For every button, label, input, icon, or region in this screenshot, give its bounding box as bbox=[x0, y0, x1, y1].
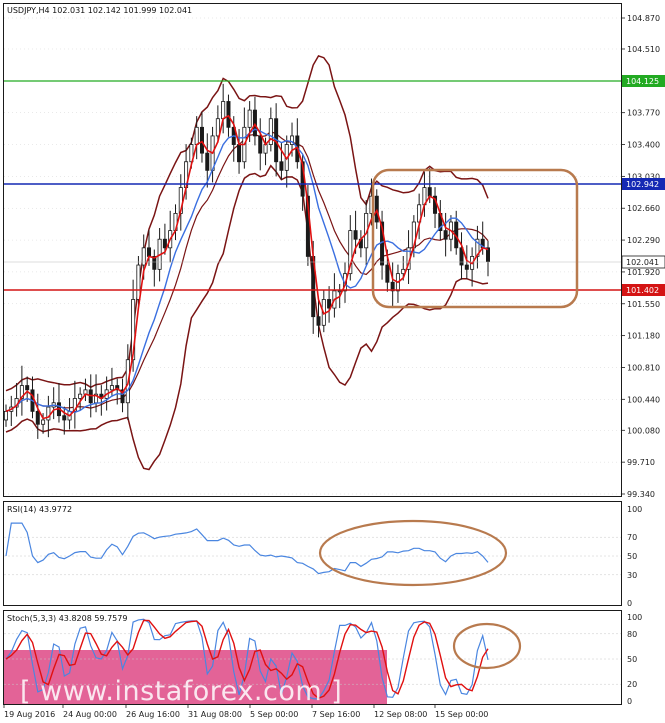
stoch-tick-label: 80 bbox=[627, 630, 637, 639]
candle-body bbox=[205, 152, 210, 171]
price-tick-label: 100.810 bbox=[627, 363, 660, 372]
candle-body bbox=[162, 238, 167, 249]
candle-body bbox=[237, 144, 242, 163]
level-label-blue: 102.942 bbox=[626, 180, 659, 189]
candle-body bbox=[263, 144, 268, 154]
price-tick-label: 99.340 bbox=[627, 490, 655, 499]
price-tick-label: 102.290 bbox=[627, 236, 660, 245]
level-label-red: 101.402 bbox=[626, 286, 659, 295]
main-chart-title: USDJPY,H4 102.031 102.142 101.999 102.04… bbox=[7, 6, 192, 15]
candle-body bbox=[78, 393, 83, 399]
candle-body bbox=[35, 410, 40, 425]
candle-body bbox=[353, 230, 358, 240]
stoch-title: Stoch(5,3,3) 43.8208 59.7579 bbox=[7, 614, 127, 623]
rsi-panel-frame bbox=[3, 501, 622, 606]
rsi-tick-label: 100 bbox=[627, 505, 642, 514]
candle-body bbox=[443, 230, 448, 240]
time-tick-label: 24 Aug 00:00 bbox=[63, 710, 117, 719]
price-tick-label: 101.180 bbox=[627, 332, 660, 341]
rsi-axis: 100 70 50 30 0 bbox=[627, 505, 642, 608]
candle-body bbox=[337, 290, 342, 293]
rsi-title: RSI(14) 43.9772 bbox=[7, 505, 72, 514]
time-tick-label: 26 Aug 16:00 bbox=[126, 710, 180, 719]
candle-body bbox=[427, 187, 432, 197]
candle-body bbox=[4, 410, 9, 421]
time-tick-label: 7 Sep 16:00 bbox=[312, 710, 360, 719]
candle-body bbox=[62, 415, 67, 421]
time-tick-label: 31 Aug 08:00 bbox=[188, 710, 242, 719]
candle-body bbox=[385, 264, 390, 283]
level-label-current: 102.041 bbox=[626, 258, 659, 267]
price-tick-label: 102.660 bbox=[627, 204, 660, 213]
candle-body bbox=[147, 247, 152, 257]
watermark-text: [ www.instaforex.com ] bbox=[20, 676, 342, 707]
price-tick-label: 103.770 bbox=[627, 109, 660, 118]
price-tick-label: 104.510 bbox=[627, 45, 660, 54]
time-tick-label: 5 Sep 00:00 bbox=[250, 710, 298, 719]
candle-body bbox=[221, 101, 226, 120]
candle-body bbox=[41, 419, 46, 425]
candle-body bbox=[109, 385, 114, 391]
candle-body bbox=[247, 109, 252, 128]
rsi-tick-label: 0 bbox=[627, 599, 632, 608]
stoch-tick-label: 20 bbox=[627, 680, 637, 689]
price-tick-label: 104.870 bbox=[627, 14, 660, 23]
candle-body bbox=[215, 118, 220, 137]
stoch-tick-label: 50 bbox=[627, 655, 637, 664]
stoch-tick-label: 0 bbox=[627, 697, 632, 706]
level-label-green: 104.125 bbox=[626, 77, 659, 86]
candle-body bbox=[141, 247, 146, 266]
price-tick-label: 103.400 bbox=[627, 141, 660, 150]
stoch-axis: 100 80 50 20 0 bbox=[627, 613, 642, 706]
time-tick-label: 12 Sep 08:00 bbox=[374, 710, 427, 719]
candle-body bbox=[194, 126, 199, 145]
price-tick-label: 99.710 bbox=[627, 458, 655, 467]
price-tick-label: 100.080 bbox=[627, 426, 660, 435]
candle-body bbox=[226, 101, 231, 128]
candle-body bbox=[25, 385, 30, 391]
price-tick-label: 100.440 bbox=[627, 395, 660, 404]
trading-chart[interactable]: USDJPY,H4 102.031 102.142 101.999 102.04… bbox=[0, 0, 665, 723]
rsi-tick-label: 30 bbox=[627, 571, 637, 580]
time-tick-label: 15 Sep 00:00 bbox=[435, 710, 488, 719]
price-tick-label: 101.550 bbox=[627, 300, 660, 309]
time-tick-label: 19 Aug 2016 bbox=[4, 710, 55, 719]
price-tick-label: 101.920 bbox=[627, 268, 660, 277]
candle-body bbox=[199, 126, 204, 154]
rsi-tick-label: 70 bbox=[627, 533, 637, 542]
candle-body bbox=[464, 264, 469, 270]
candle-body bbox=[258, 135, 263, 154]
candle-body bbox=[316, 316, 321, 326]
candle-body bbox=[136, 264, 141, 300]
stoch-tick-label: 100 bbox=[627, 613, 642, 622]
rsi-tick-label: 50 bbox=[627, 552, 637, 561]
candle-body bbox=[279, 161, 284, 171]
